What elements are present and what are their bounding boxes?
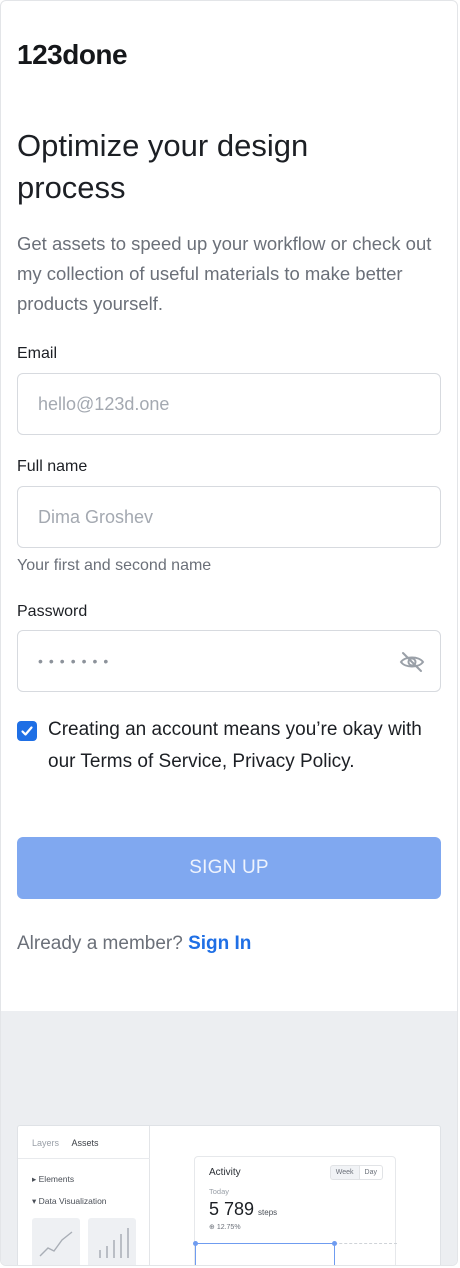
activity-card-title: Activity [209, 1167, 241, 1178]
checkmark-icon [21, 726, 33, 736]
toggle-day: Day [359, 1165, 383, 1180]
activity-card-period: Today [209, 1187, 230, 1196]
preview-item-label: Elements [38, 1174, 75, 1184]
arrow-up-icon: ⊕ [209, 1224, 217, 1231]
preview-tab-assets: Assets [71, 1138, 99, 1148]
sign-up-button[interactable]: SIGN UP [17, 837, 441, 899]
full-name-placeholder: Dima Groshev [38, 506, 154, 527]
sign-in-prompt-text: Already a member? [17, 933, 183, 954]
selection-handle [332, 1241, 337, 1246]
full-name-label: Full name [17, 458, 88, 475]
eye-off-icon[interactable] [398, 648, 426, 676]
preview-divider [18, 1158, 150, 1159]
activity-value-unit: steps [258, 1208, 278, 1217]
full-name-field[interactable]: Dima Groshev [17, 486, 441, 548]
brand-logo[interactable]: 123done [17, 39, 128, 71]
activity-value-number: 5 789 [209, 1199, 255, 1219]
consent-checkbox[interactable] [17, 721, 37, 741]
email-field[interactable]: hello@123d.one [17, 373, 441, 435]
password-label: Password [17, 603, 88, 620]
activity-change: ⊕ 12.75% [209, 1223, 241, 1231]
line-chart-thumbnail [32, 1218, 80, 1265]
product-preview: Layers Assets ▸ Elements ▾ Data Visualiz… [17, 1125, 441, 1265]
preview-item-data-visualization: ▾ Data Visualization [32, 1196, 107, 1207]
full-name-helper: Your first and second name [17, 557, 212, 574]
preview-item-label: Data Visualization [38, 1196, 107, 1206]
page-title: Optimize your design process [17, 128, 309, 205]
activity-value: 5 789 steps [209, 1199, 277, 1220]
consent-text: Creating an account means you’re okay wi… [48, 719, 422, 772]
activity-change-value: 12.75% [216, 1224, 241, 1231]
email-placeholder: hello@123d.one [38, 393, 170, 414]
email-label: Email [17, 345, 58, 362]
chevron-right-icon: ▸ [32, 1174, 39, 1184]
preview-sidebar: Layers Assets ▸ Elements ▾ Data Visualiz… [18, 1126, 150, 1265]
password-mask: ••••••• [38, 653, 115, 669]
selection-frame [193, 1241, 337, 1265]
sign-in-prompt: Already a member? Sign In [17, 933, 251, 955]
period-toggle: Week Day [329, 1165, 383, 1180]
preview-tabs: Layers Assets [32, 1138, 99, 1148]
preview-tab-layers: Layers [32, 1138, 60, 1148]
toggle-week: Week [329, 1165, 360, 1180]
signup-screen: 123done Optimize your design process Get… [0, 0, 458, 1266]
bar-chart-thumbnail [88, 1218, 136, 1265]
preview-item-elements: ▸ Elements [32, 1174, 74, 1185]
page-description: Get assets to speed up your workflow or … [17, 233, 432, 314]
selection-handle [193, 1241, 198, 1246]
activity-card: Activity Week Day Today 5 789 steps ⊕ 12.… [193, 1156, 397, 1265]
password-field[interactable]: ••••••• [17, 630, 441, 692]
chevron-down-icon: ▾ [32, 1196, 39, 1206]
sign-in-link[interactable]: Sign In [188, 933, 251, 954]
